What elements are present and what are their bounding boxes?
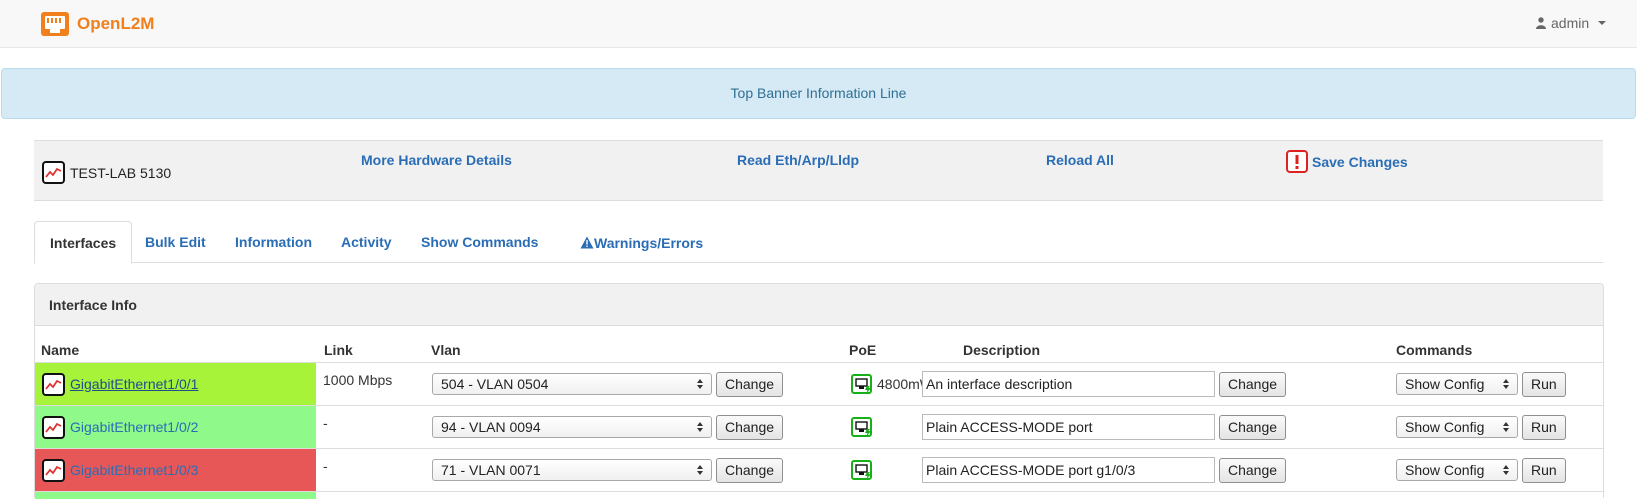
panel-title: Interface Info — [35, 284, 1603, 326]
interface-name-cell: GigabitEthernet1/0/2 — [35, 406, 316, 448]
description-input[interactable]: Plain ACCESS-MODE port — [922, 414, 1215, 440]
select-arrows-icon — [697, 465, 703, 475]
warning-triangle-icon — [580, 236, 594, 249]
command-select[interactable]: Show Config — [1396, 373, 1518, 395]
link-speed: - — [323, 415, 328, 431]
select-arrows-icon — [1503, 379, 1509, 389]
interface-link[interactable]: GigabitEthernet1/0/2 — [70, 419, 198, 435]
column-header-poe: PoE — [849, 342, 877, 358]
command-select-value: Show Config — [1405, 419, 1485, 435]
vlan-change-button[interactable]: Change — [716, 414, 784, 440]
tab-warnings-errors[interactable]: Warnings/Errors — [565, 221, 718, 264]
column-header-commands: Commands — [1396, 342, 1473, 358]
device-toolbar: TEST-LAB 5130 More Hardware Details Read… — [34, 140, 1603, 201]
interface-link[interactable]: GigabitEthernet1/0/1 — [70, 376, 198, 392]
vlan-select-value: 504 - VLAN 0504 — [441, 376, 549, 392]
column-header-name: Name — [41, 342, 80, 358]
read-eth-arp-lldp-link[interactable]: Read Eth/Arp/Lldp — [737, 152, 859, 168]
switch-logo-icon — [41, 12, 69, 36]
command-select-value: Show Config — [1405, 376, 1485, 392]
column-header-description: Description — [963, 342, 1041, 358]
select-arrows-icon — [697, 422, 703, 432]
user-icon — [1536, 17, 1546, 29]
description-input[interactable]: Plain ACCESS-MODE port g1/0/3 — [922, 457, 1215, 483]
hardware-details-link[interactable]: More Hardware Details — [361, 152, 512, 168]
table-row: GigabitEthernet1/0/2 - 94 - VLAN 0094 Ch… — [35, 405, 1603, 448]
poe-icon — [851, 373, 872, 394]
select-arrows-icon — [1503, 422, 1509, 432]
vlan-select-value: 71 - VLAN 0071 — [441, 462, 541, 478]
tab-bulk-edit[interactable]: Bulk Edit — [130, 221, 221, 264]
user-name: admin — [1551, 15, 1590, 31]
device-title: TEST-LAB 5130 — [42, 161, 171, 184]
select-arrows-icon — [1503, 465, 1509, 475]
tab-show-commands[interactable]: Show Commands — [406, 221, 553, 264]
tab-warnings-label: Warnings/Errors — [594, 234, 704, 251]
interface-link[interactable]: GigabitEthernet1/0/3 — [70, 462, 198, 478]
table-row: GigabitEthernet1/0/1 1000 Mbps 504 - VLA… — [35, 362, 1603, 405]
vlan-select[interactable]: 94 - VLAN 0094 — [432, 416, 712, 438]
interface-name-cell: GigabitEthernet1/0/1 — [35, 363, 316, 405]
chevron-down-icon — [1598, 21, 1607, 25]
brand-name: OpenL2M — [77, 14, 155, 33]
brand-link[interactable]: OpenL2M — [40, 11, 154, 37]
command-select-value: Show Config — [1405, 462, 1485, 478]
tab-information[interactable]: Information — [220, 221, 327, 264]
column-header-link: Link — [324, 342, 353, 358]
run-button[interactable]: Run — [1522, 414, 1566, 440]
run-button[interactable]: Run — [1522, 457, 1566, 483]
graph-icon[interactable] — [42, 458, 65, 482]
command-select[interactable]: Show Config — [1396, 459, 1518, 481]
vlan-select-value: 94 - VLAN 0094 — [441, 419, 541, 435]
top-navbar: OpenL2M admin — [0, 0, 1637, 48]
column-header-vlan: Vlan — [431, 342, 461, 358]
tab-interfaces[interactable]: Interfaces — [34, 221, 133, 264]
vlan-change-button[interactable]: Change — [716, 457, 784, 483]
reload-all-link[interactable]: Reload All — [1046, 152, 1114, 168]
tab-bar: Interfaces Bulk Edit Information Activit… — [34, 221, 1603, 264]
run-button[interactable]: Run — [1522, 371, 1566, 397]
link-speed: - — [323, 458, 328, 474]
info-banner: Top Banner Information Line — [1, 68, 1636, 119]
description-change-button[interactable]: Change — [1219, 414, 1287, 440]
link-speed: 1000 Mbps — [323, 372, 393, 388]
poe-icon — [851, 459, 872, 480]
vlan-change-button[interactable]: Change — [716, 371, 784, 397]
device-name: TEST-LAB 5130 — [70, 164, 172, 181]
table-row — [35, 491, 1603, 499]
table-row: GigabitEthernet1/0/3 - 71 - VLAN 0071 Ch… — [35, 448, 1603, 491]
save-changes-link[interactable]: Save Changes — [1312, 154, 1408, 170]
description-input[interactable]: An interface description — [922, 371, 1215, 397]
graph-icon[interactable] — [42, 372, 65, 396]
command-select[interactable]: Show Config — [1396, 416, 1518, 438]
tab-activity[interactable]: Activity — [326, 221, 407, 264]
graph-icon[interactable] — [42, 161, 65, 184]
select-arrows-icon — [697, 379, 703, 389]
interface-name-cell: GigabitEthernet1/0/3 — [35, 449, 316, 491]
vlan-select[interactable]: 504 - VLAN 0504 — [432, 373, 712, 395]
save-changes-action[interactable]: Save Changes — [1286, 150, 1408, 173]
description-change-button[interactable]: Change — [1219, 371, 1287, 397]
user-menu[interactable]: admin — [1536, 15, 1607, 31]
poe-icon — [851, 416, 872, 437]
graph-icon[interactable] — [42, 415, 65, 439]
vlan-select[interactable]: 71 - VLAN 0071 — [432, 459, 712, 481]
warning-save-icon — [1286, 150, 1308, 173]
description-change-button[interactable]: Change — [1219, 457, 1287, 483]
